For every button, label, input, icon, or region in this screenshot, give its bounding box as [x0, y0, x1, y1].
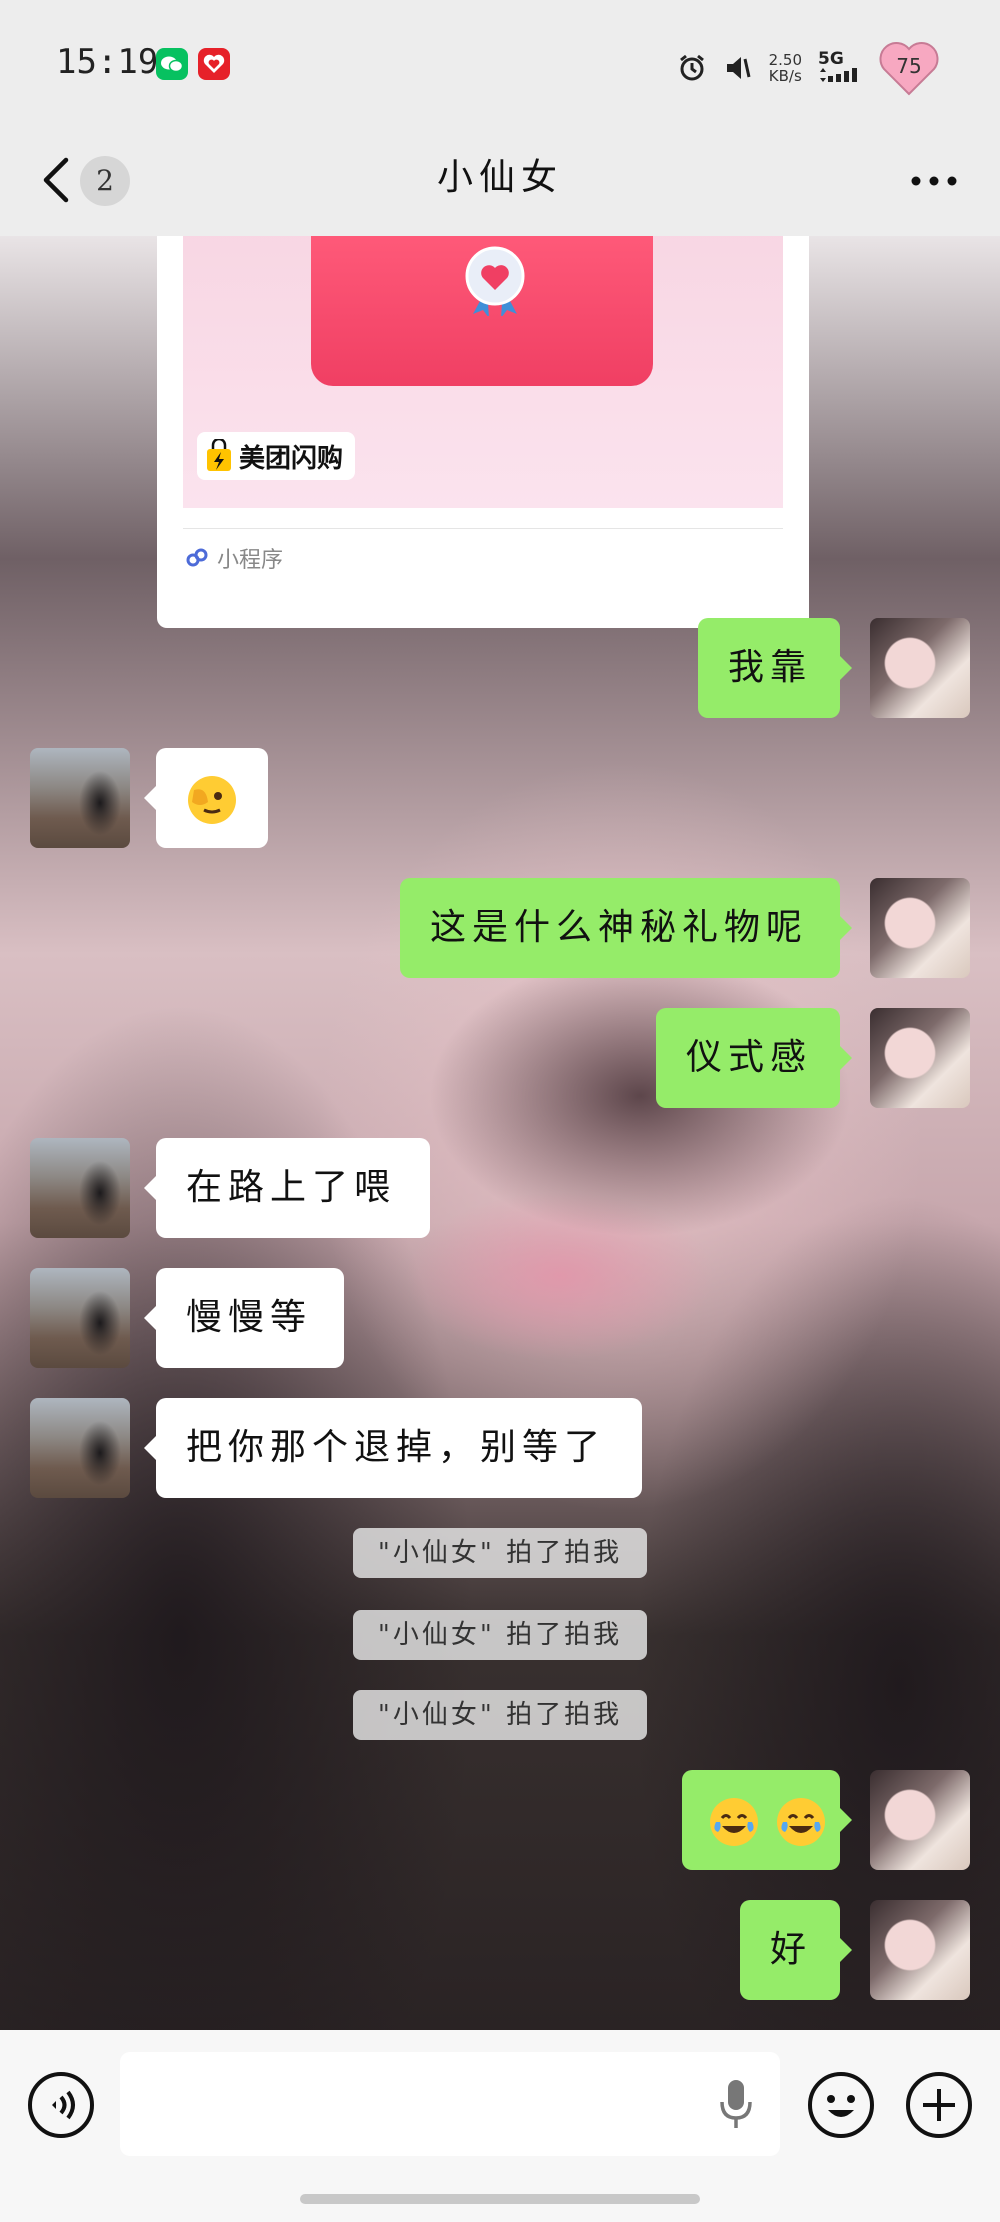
unread-count-badge[interactable]: 2	[80, 156, 130, 206]
heart-seal-icon	[465, 246, 525, 316]
card-cover-image: 美团闪购	[183, 236, 783, 508]
avatar-self[interactable]	[870, 1900, 970, 2000]
avatar-self[interactable]	[870, 1008, 970, 1108]
avatar-contact[interactable]	[30, 1138, 130, 1238]
emoji-icon[interactable]	[806, 2070, 876, 2140]
mini-program-card[interactable]: 美团闪购 小程序	[157, 236, 809, 628]
chevron-left-icon[interactable]	[38, 152, 78, 208]
alarm-icon	[679, 54, 704, 81]
chat-message-list[interactable]: 美团闪购 小程序 我靠 这是什么神秘礼物呢 仪式感 在路上了喂 慢慢等 把你那个…	[0, 236, 1000, 2030]
signal-bars-icon	[820, 68, 857, 82]
card-source-label: 小程序	[217, 548, 284, 573]
status-bar: 15:19 2.50 KB/s 5G 75	[0, 0, 1000, 130]
system-notice: "小仙女" 拍了拍我	[353, 1690, 647, 1740]
net-speed: 2.50 KB/s	[769, 52, 802, 84]
brand-tag: 美团闪购	[197, 432, 356, 480]
message-bubble-theirs[interactable]	[144, 748, 268, 848]
mute-icon	[726, 57, 751, 79]
message-bubble-mine[interactable]: 仪式感	[656, 1008, 852, 1108]
system-notice: "小仙女" 拍了拍我	[353, 1610, 647, 1660]
chat-header: 2 小仙女	[0, 130, 1000, 236]
avatar-self[interactable]	[870, 878, 970, 978]
chat-input-bar	[0, 2030, 1000, 2222]
system-notice: "小仙女" 拍了拍我	[353, 1528, 647, 1578]
wechat-notification-icon	[156, 48, 188, 80]
app-notification-icon	[198, 48, 230, 80]
mini-program-icon	[186, 548, 208, 567]
brand-name: 美团闪购	[239, 443, 344, 474]
avatar-contact[interactable]	[30, 1398, 130, 1498]
message-bubble-mine[interactable]: 好	[740, 1900, 852, 2000]
avatar-self[interactable]	[870, 618, 970, 718]
message-bubble-theirs[interactable]: 把你那个退掉，别等了	[144, 1398, 642, 1498]
card-divider	[183, 528, 783, 529]
battery-heart: 75	[878, 40, 940, 96]
lightning-bag-icon	[207, 439, 231, 471]
tears-of-joy-emoji-icon	[710, 1798, 758, 1846]
message-bubble-theirs[interactable]: 慢慢等	[144, 1268, 344, 1368]
chat-title: 小仙女	[436, 157, 563, 198]
voice-icon[interactable]	[26, 2070, 96, 2140]
plus-icon[interactable]	[904, 2070, 974, 2140]
message-bubble-theirs[interactable]: 在路上了喂	[144, 1138, 430, 1238]
message-input[interactable]	[120, 2052, 780, 2156]
tears-of-joy-emoji-icon	[777, 1798, 826, 1846]
net-speed-value: 2.50	[768, 51, 802, 69]
message-bubble-mine[interactable]: 我靠	[698, 618, 852, 718]
avatar-self[interactable]	[870, 1770, 970, 1870]
more-dots-icon[interactable]	[908, 166, 960, 196]
signal-indicator: 5G	[818, 50, 862, 86]
mic-icon[interactable]	[718, 2076, 754, 2132]
network-type: 5G	[818, 49, 844, 69]
avatar-contact[interactable]	[30, 1268, 130, 1368]
home-indicator[interactable]	[300, 2194, 700, 2204]
face-peeking-emoji-icon	[188, 776, 236, 824]
message-bubble-mine[interactable]: 这是什么神秘礼物呢	[400, 878, 852, 978]
net-speed-unit: KB/s	[768, 67, 802, 85]
message-bubble-mine[interactable]	[682, 1770, 852, 1870]
card-footer: 小程序	[185, 542, 283, 574]
avatar-contact[interactable]	[30, 748, 130, 848]
battery-level: 75	[896, 54, 922, 78]
status-time: 15:19	[56, 42, 159, 82]
